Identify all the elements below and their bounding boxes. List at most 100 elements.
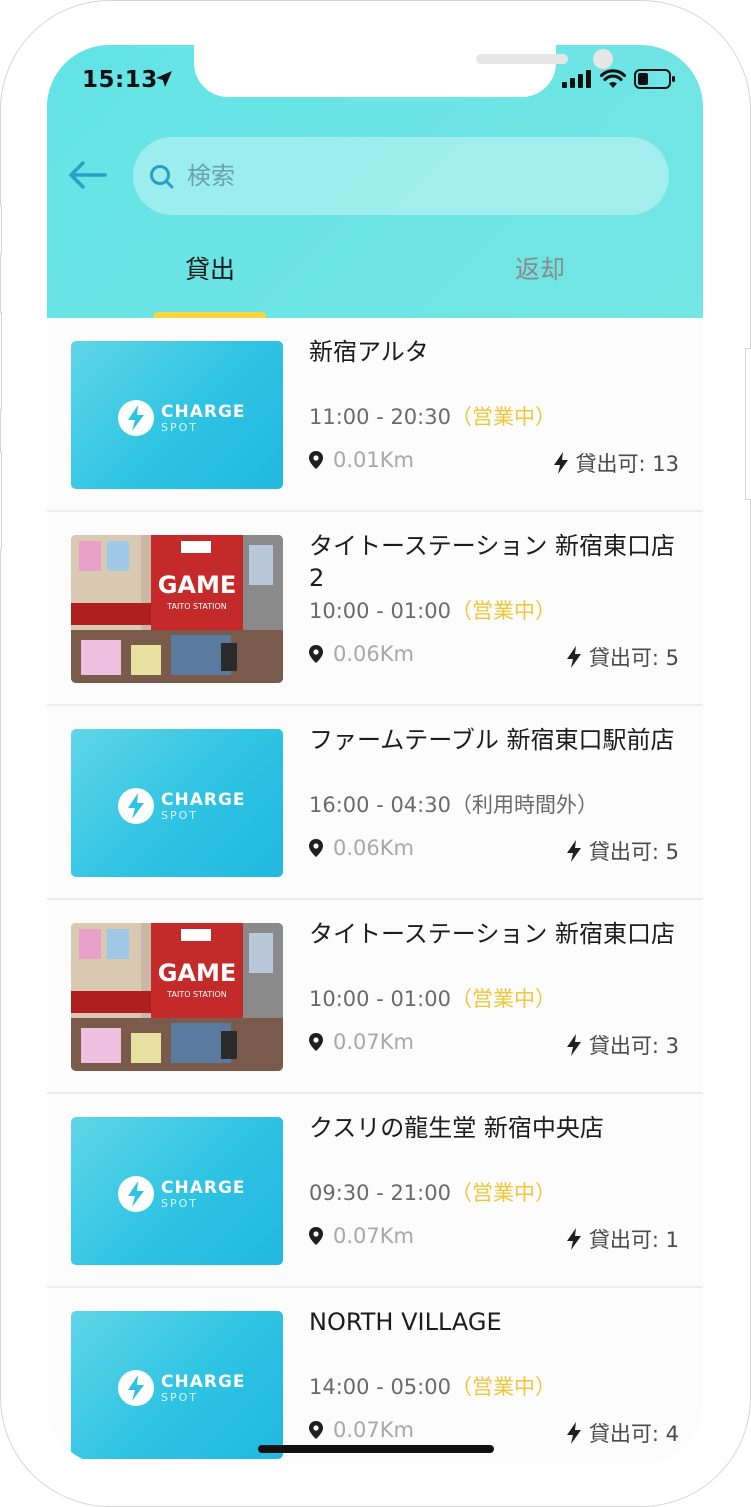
store-name: クスリの龍生堂 新宿中央店 xyxy=(309,1114,604,1142)
game-center-photo: GAME TAITO STATION xyxy=(71,923,283,1071)
store-photo: GAME TAITO STATION xyxy=(71,923,283,1071)
store-availability-row: 貸出可: 5 xyxy=(566,642,679,672)
store-hours: 10:00 - 01:00 xyxy=(309,599,451,623)
bolt-circle-icon xyxy=(118,1370,154,1406)
store-hours: 14:00 - 05:00 xyxy=(309,1375,451,1399)
side-button-power xyxy=(745,348,751,500)
bolt-circle-icon xyxy=(118,400,154,436)
store-status: （営業中） xyxy=(450,1181,556,1205)
store-hours-row: 09:30 - 21:00（営業中） xyxy=(309,1177,556,1207)
store-photo: GAME TAITO STATION xyxy=(71,535,283,683)
store-availability: 貸出可: 5 xyxy=(588,646,679,670)
store-list-item[interactable]: GAME TAITO STATION タイトーステーション 新宿東口店 2 10… xyxy=(47,512,703,706)
photo-sign-sub: TAITO STATION xyxy=(166,602,227,611)
speaker-grille xyxy=(476,54,568,64)
search-input[interactable] xyxy=(185,155,649,197)
store-thumbnail: CHARGE SPOT xyxy=(71,1117,283,1265)
store-availability-row: 貸出可: 13 xyxy=(553,448,679,478)
store-status: （営業中） xyxy=(450,1375,556,1399)
store-list: CHARGE SPOT 新宿アルタ 11:00 - 20:30（営業中） 0.01… xyxy=(47,318,703,1465)
store-distance-row: 0.07Km xyxy=(309,1418,414,1442)
store-hours-row: 14:00 - 05:00（営業中） xyxy=(309,1371,556,1401)
bolt-icon xyxy=(566,1034,581,1056)
bolt-icon xyxy=(566,1228,581,1250)
store-name: NORTH VILLAGE xyxy=(309,1308,502,1336)
store-hours-row: 10:00 - 01:00（営業中） xyxy=(309,595,556,625)
map-pin-icon xyxy=(309,451,323,469)
store-availability-row: 貸出可: 4 xyxy=(566,1418,679,1448)
side-button-silent xyxy=(0,205,2,255)
brand-line2: SPOT xyxy=(161,1196,198,1210)
chargespot-logo: CHARGE SPOT xyxy=(117,1369,246,1407)
chargespot-logo: CHARGE SPOT xyxy=(117,399,246,437)
store-distance: 0.06Km xyxy=(333,642,414,666)
store-list-item[interactable]: CHARGE SPOT NORTH VILLAGE 14:00 - 05:00（営… xyxy=(47,1288,703,1465)
store-list-item[interactable]: CHARGE SPOT 新宿アルタ 11:00 - 20:30（営業中） 0.01… xyxy=(47,318,703,512)
store-availability-row: 貸出可: 1 xyxy=(566,1224,679,1254)
brand-line2: SPOT xyxy=(161,1390,198,1404)
bolt-icon xyxy=(553,452,568,474)
store-distance: 0.07Km xyxy=(333,1030,414,1054)
store-distance-row: 0.01Km xyxy=(309,448,414,472)
store-name: タイトーステーション 新宿東口店 2 xyxy=(309,532,675,592)
store-distance-row: 0.07Km xyxy=(309,1030,414,1054)
store-status: （営業中） xyxy=(450,599,556,623)
store-thumbnail: CHARGE SPOT xyxy=(71,729,283,877)
location-arrow-icon xyxy=(156,71,172,87)
status-time: 15:13 xyxy=(82,67,158,93)
search-bar[interactable] xyxy=(133,137,669,215)
store-availability: 貸出可: 5 xyxy=(588,840,679,864)
bolt-icon xyxy=(566,646,581,668)
store-name: 新宿アルタ xyxy=(309,338,429,366)
store-hours: 11:00 - 20:30 xyxy=(309,405,451,429)
store-list-item[interactable]: GAME TAITO STATION タイトーステーション 新宿東口店 10:0… xyxy=(47,900,703,1094)
store-list-item[interactable]: CHARGE SPOT クスリの龍生堂 新宿中央店 09:30 - 21:00（営… xyxy=(47,1094,703,1288)
back-arrow-icon[interactable] xyxy=(68,160,108,190)
bolt-icon xyxy=(566,1422,581,1444)
store-list-item[interactable]: CHARGE SPOT ファームテーブル 新宿東口駅前店 16:00 - 04:3… xyxy=(47,706,703,900)
bolt-icon xyxy=(566,840,581,862)
store-availability-row: 貸出可: 5 xyxy=(566,836,679,866)
store-hours-row: 16:00 - 04:30（利用時間外） xyxy=(309,789,598,819)
store-thumbnail: CHARGE SPOT xyxy=(71,341,283,489)
status-icons xyxy=(562,69,676,89)
bolt-circle-icon xyxy=(118,1176,154,1212)
brand-line2: SPOT xyxy=(161,808,198,822)
store-status: （利用時間外） xyxy=(450,793,598,817)
header: 15:13 貸出 返却 xyxy=(47,45,703,318)
game-center-photo: GAME TAITO STATION xyxy=(71,535,283,683)
store-status: （営業中） xyxy=(450,405,556,429)
map-pin-icon xyxy=(309,1421,323,1439)
photo-sign-main: GAME xyxy=(158,571,237,599)
side-button-volume-down xyxy=(0,452,2,550)
front-camera xyxy=(593,49,613,69)
bolt-circle-icon xyxy=(118,788,154,824)
store-distance: 0.06Km xyxy=(333,836,414,860)
search-icon xyxy=(150,165,174,189)
store-availability: 貸出可: 4 xyxy=(588,1422,679,1446)
store-distance: 0.01Km xyxy=(333,448,414,472)
store-hours-row: 10:00 - 01:00（営業中） xyxy=(309,983,556,1013)
battery-icon xyxy=(634,69,675,89)
app-screen: 15:13 貸出 返却 CHARGESPOT 新宿アルタ 11:00 - xyxy=(47,45,703,1465)
store-distance-row: 0.07Km xyxy=(309,1224,414,1248)
notch xyxy=(194,45,613,97)
store-status: （営業中） xyxy=(450,987,556,1011)
tab-lend[interactable]: 貸出 xyxy=(185,250,235,286)
home-indicator[interactable] xyxy=(258,1445,494,1453)
wifi-icon xyxy=(600,69,626,88)
cellular-signal-icon xyxy=(562,70,591,88)
side-button-volume-up xyxy=(0,312,2,410)
brand-line1: CHARGE xyxy=(161,1371,246,1392)
store-distance: 0.07Km xyxy=(333,1224,414,1248)
map-pin-icon xyxy=(309,839,323,857)
store-availability-row: 貸出可: 3 xyxy=(566,1030,679,1060)
map-pin-icon xyxy=(309,645,323,663)
brand-line2: SPOT xyxy=(161,420,198,434)
store-hours: 16:00 - 04:30 xyxy=(309,793,451,817)
tab-return[interactable]: 返却 xyxy=(515,250,565,286)
brand-line1: CHARGE xyxy=(161,1177,246,1198)
store-availability: 貸出可: 3 xyxy=(588,1034,679,1058)
map-pin-icon xyxy=(309,1227,323,1245)
store-distance: 0.07Km xyxy=(333,1418,414,1442)
